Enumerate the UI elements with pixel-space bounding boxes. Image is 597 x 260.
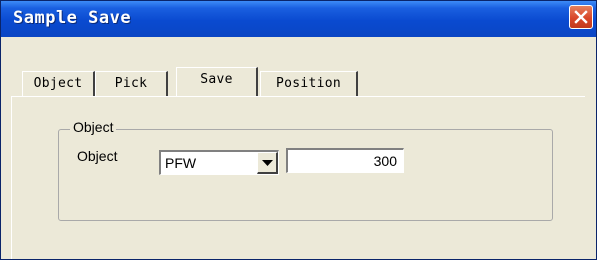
dialog-window: Sample Save Object Pick Save Position Ob… <box>0 0 597 260</box>
tab-pick[interactable]: Pick <box>95 71 168 97</box>
group-legend: Object <box>70 119 117 135</box>
title-bar[interactable]: Sample Save <box>1 1 596 37</box>
window-title: Sample Save <box>13 8 132 28</box>
chevron-down-icon <box>262 160 273 166</box>
combo-value: PFW <box>165 155 197 171</box>
tab-save[interactable]: Save <box>176 67 258 97</box>
number-input[interactable]: 300 <box>286 148 404 173</box>
close-button[interactable] <box>569 5 593 29</box>
object-combo[interactable]: PFW <box>159 150 279 175</box>
close-icon <box>574 10 588 24</box>
number-value: 300 <box>373 153 397 169</box>
object-group-box <box>58 129 553 221</box>
tab-object[interactable]: Object <box>22 71 95 97</box>
object-field-label: Object <box>77 148 118 164</box>
tab-position[interactable]: Position <box>260 71 358 97</box>
dropdown-button[interactable] <box>257 152 278 174</box>
